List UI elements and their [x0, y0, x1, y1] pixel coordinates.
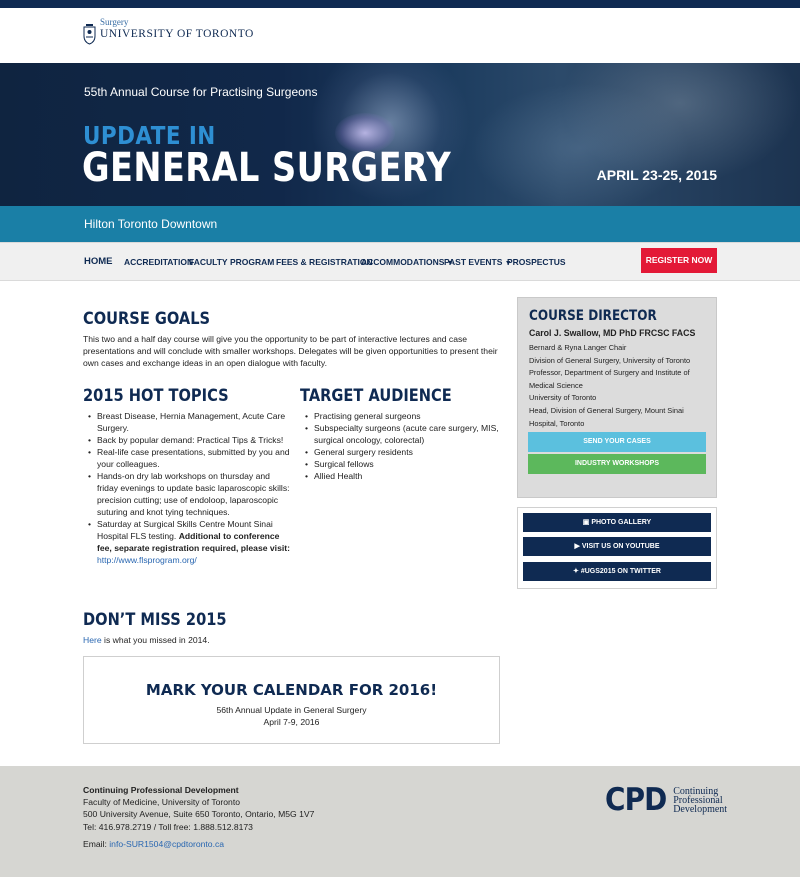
hot-topics-list: Breast Disease, Hernia Management, Acute…	[83, 410, 293, 566]
youtube-button[interactable]: ▶ VISIT US ON YOUTUBE	[523, 537, 711, 556]
list-item: Saturday at Surgical Skills Centre Mount…	[83, 518, 293, 566]
nav-accommodations-label: ACCOMMODATIONS	[361, 257, 445, 267]
university-logo[interactable]: Surgery UNIVERSITY OF TORONTO	[83, 17, 254, 45]
venue-label: Hilton Toronto Downtown	[84, 217, 218, 231]
photo-gallery-label: PHOTO GALLERY	[591, 519, 652, 526]
hero-banner: 55th Annual Course for Practising Surgeo…	[0, 63, 800, 206]
director-line: Bernard & Ryna Langer Chair	[529, 343, 627, 352]
nav-faculty[interactable]: FACULTY	[189, 257, 228, 267]
list-item: Subspecialty surgeons (acute care surger…	[300, 422, 500, 446]
footer-phone: Tel: 416.978.2719 / Toll free: 1.888.512…	[83, 821, 253, 832]
course-director-heading: COURSE DIRECTOR	[529, 308, 657, 324]
top-strip	[0, 0, 800, 8]
footer-org: Continuing Professional Development	[83, 785, 239, 795]
photo-gallery-button[interactable]: ▣ PHOTO GALLERY	[523, 513, 711, 532]
venue-bar: Hilton Toronto Downtown	[0, 206, 800, 242]
nav-fees-registration[interactable]: FEES & REGISTRATION	[276, 257, 373, 267]
event-date: APRIL 23-25, 2015	[596, 167, 717, 183]
here-link[interactable]: Here	[83, 635, 102, 645]
youtube-label: VISIT US ON YOUTUBE	[581, 543, 660, 550]
director-line: Division of General Surgery, University …	[529, 355, 691, 365]
list-item: Back by popular demand: Practical Tips &…	[83, 434, 293, 446]
send-your-cases-button[interactable]: SEND YOUR CASES	[528, 432, 706, 452]
twitter-label: #UGS2015 ON TWITTER	[580, 568, 661, 575]
cpd-logo[interactable]: CPD Continuing Professional Development	[605, 782, 727, 818]
list-item: Surgical fellows	[300, 458, 500, 470]
footer-address: 500 University Avenue, Suite 650 Toronto…	[83, 809, 315, 820]
twitter-button[interactable]: ✦ #UGS2015 ON TWITTER	[523, 562, 711, 581]
nav-home[interactable]: HOME	[84, 256, 113, 267]
list-item: Real-life case presentations, submitted …	[83, 446, 293, 470]
footer-email: Email: info-SUR1504@cpdtoronto.ca	[83, 839, 224, 849]
nav-past-events-label: PAST EVENTS	[444, 257, 503, 267]
camera-icon: ▣	[582, 519, 590, 526]
nav-prospectus[interactable]: PROSPECTUS	[507, 257, 566, 267]
footer-contact: Continuing Professional Development Facu…	[83, 784, 314, 833]
youtube-icon: ▶	[574, 543, 580, 550]
register-now-button[interactable]: REGISTER NOW	[641, 248, 717, 273]
director-credentials: Bernard & Ryna Langer Chair Division of …	[529, 342, 711, 430]
course-goals-heading: COURSE GOALS	[83, 309, 211, 329]
hero-title-line2: GENERAL SURGERY	[82, 145, 452, 191]
calendar-line2: April 7-9, 2016	[263, 717, 320, 727]
list-item: General surgery residents	[300, 446, 500, 458]
director-line: Head, Division of General Surgery, Mount…	[529, 405, 684, 428]
hot-topics-heading: 2015 HOT TOPICS	[83, 386, 229, 406]
twitter-icon: ✦	[573, 568, 579, 575]
dont-miss-caption: is what you missed in 2014.	[101, 635, 210, 645]
list-item: Hands-on dry lab workshops on thursday a…	[83, 470, 293, 518]
list-item: Practising general surgeons	[300, 410, 500, 422]
email-label: Email:	[83, 839, 110, 849]
nav-program[interactable]: PROGRAM	[230, 257, 274, 267]
fls-link[interactable]: http://www.flsprogram.org/	[97, 555, 197, 565]
nav-past-events[interactable]: PAST EVENTS ▼	[444, 257, 512, 267]
director-line: University of Toronto	[529, 393, 597, 403]
calendar-details: 56th Annual Update in General Surgery Ap…	[84, 704, 499, 728]
email-link[interactable]: info-SUR1504@cpdtoronto.ca	[109, 839, 224, 849]
list-item: Allied Health	[300, 470, 500, 482]
dont-miss-text: Here is what you missed in 2014.	[83, 634, 383, 646]
nav-accommodations[interactable]: ACCOMMODATIONS ▼	[361, 257, 454, 267]
footer: Continuing Professional Development Facu…	[0, 766, 800, 877]
industry-workshops-button[interactable]: INDUSTRY WORKSHOPS	[528, 454, 706, 474]
crest-icon	[83, 24, 96, 45]
calendar-title: MARK YOUR CALENDAR FOR 2016!	[145, 681, 438, 699]
logo-title: UNIVERSITY OF TORONTO	[100, 28, 254, 40]
footer-faculty: Faculty of Medicine, University of Toron…	[83, 797, 240, 808]
cpd-line: Development	[673, 803, 728, 815]
director-line: Professor, Department of Surgery and Ins…	[529, 368, 690, 390]
course-goals-text: This two and a half day course will give…	[83, 334, 498, 368]
calendar-box: MARK YOUR CALENDAR FOR 2016! 56th Annual…	[83, 656, 500, 744]
logo-subtitle: Surgery	[100, 17, 129, 27]
list-item: Breast Disease, Hernia Management, Acute…	[83, 410, 293, 434]
target-audience-list: Practising general surgeons Subspecialty…	[300, 410, 500, 482]
cpd-logo-text: Continuing Professional Development	[673, 786, 728, 815]
target-audience-heading: TARGET AUDIENCE	[300, 386, 452, 406]
dont-miss-heading: DON’T MISS 2015	[83, 610, 227, 630]
cpd-logo-mark: CPD	[605, 782, 667, 818]
logo-bar: Surgery UNIVERSITY OF TORONTO	[0, 8, 800, 63]
calendar-line1: 56th Annual Update in General Surgery	[216, 705, 367, 715]
hero-subtitle: 55th Annual Course for Practising Surgeo…	[84, 85, 318, 99]
director-name: Carol J. Swallow, MD PhD FRCSC FACS	[529, 328, 696, 338]
nav-accreditation[interactable]: ACCREDITATION	[124, 257, 193, 267]
